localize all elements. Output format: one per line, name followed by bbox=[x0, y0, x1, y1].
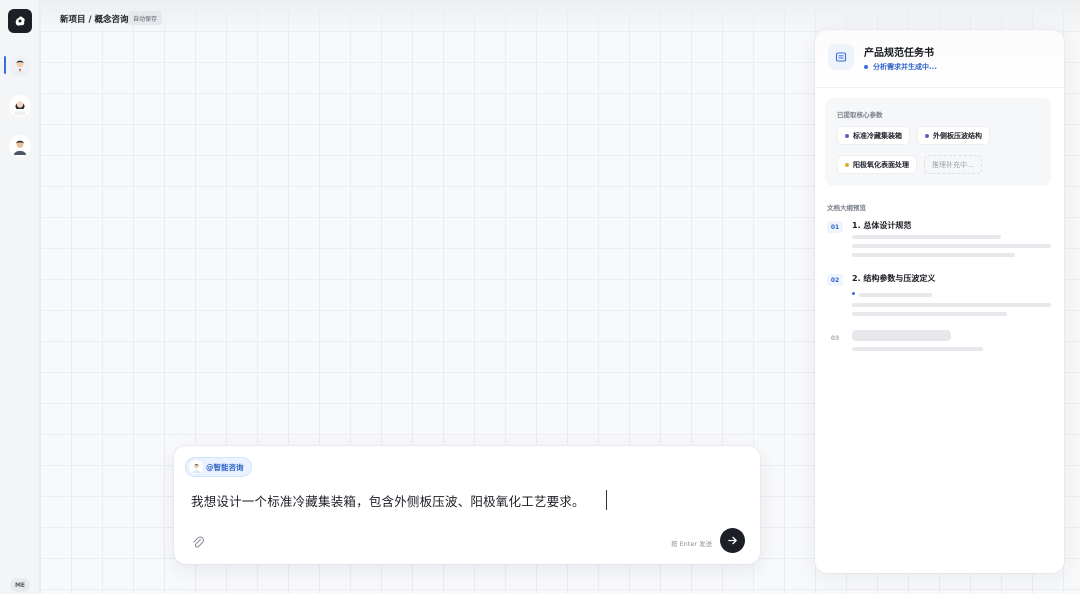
generation-status: 分析需求并生成中... bbox=[864, 62, 937, 72]
param-tag[interactable]: 外侧板压波结构 bbox=[917, 126, 990, 145]
skeleton-line bbox=[852, 253, 1015, 257]
arrow-right-icon bbox=[728, 536, 737, 545]
panel-header: 产品规范任务书 分析需求并生成中... bbox=[815, 30, 1064, 88]
tag-dot-icon bbox=[845, 162, 849, 167]
agent-avatar-engineer[interactable] bbox=[9, 135, 31, 157]
send-button[interactable] bbox=[720, 528, 745, 553]
params-label: 已提取核心参数 bbox=[837, 111, 883, 119]
tag-label: 阳极氧化表面处理 bbox=[853, 160, 909, 169]
section-number: 03 bbox=[830, 334, 840, 342]
tag-label: 标准冷藏集装箱 bbox=[853, 131, 902, 140]
tag-label: 外侧板压波结构 bbox=[933, 131, 982, 140]
chat-input-card: @智能咨询 我想设计一个标准冷藏集装箱，包含外侧板压波、阳极氧化工艺要求。 按 … bbox=[174, 446, 760, 564]
breadcrumb: 新项目 / 概念咨询 bbox=[60, 15, 129, 25]
bullet-dot-icon bbox=[852, 292, 855, 295]
agent-avatar-male[interactable] bbox=[9, 55, 31, 77]
param-tag[interactable]: 阳极氧化表面处理 bbox=[837, 155, 917, 174]
skeleton-title bbox=[852, 330, 951, 341]
section-title[interactable]: 1. 总体设计规范 bbox=[852, 220, 911, 231]
paperclip-icon[interactable] bbox=[191, 534, 205, 548]
panel-title: 产品规范任务书 bbox=[864, 48, 934, 59]
app-logo-icon[interactable] bbox=[8, 9, 32, 33]
skeleton-line bbox=[852, 347, 983, 351]
mention-label: @智能咨询 bbox=[206, 462, 244, 472]
tag-dot-icon bbox=[845, 133, 849, 138]
skeleton-line bbox=[859, 293, 932, 297]
tag-dot-icon bbox=[925, 133, 929, 138]
status-text: 分析需求并生成中... bbox=[873, 63, 937, 71]
skeleton-line bbox=[852, 312, 1007, 316]
param-tag[interactable]: 标准冷藏集装箱 bbox=[837, 126, 910, 145]
section-title[interactable]: 2. 结构参数与压波定义 bbox=[852, 273, 935, 284]
skeleton-line bbox=[852, 303, 1051, 307]
left-rail: ME bbox=[0, 0, 40, 594]
extracted-params-box: 已提取核心参数 标准冷藏集装箱 外侧板压波结构 阳极氧化表面处理 推理补充中..… bbox=[825, 98, 1051, 186]
skeleton-line bbox=[852, 235, 1001, 239]
send-hint: 按 Enter 发送 bbox=[671, 540, 713, 548]
agent-avatar-female[interactable] bbox=[9, 95, 31, 117]
text-caret bbox=[606, 490, 607, 510]
spec-document-panel: 产品规范任务书 分析需求并生成中... 已提取核心参数 标准冷藏集装箱 外侧板压… bbox=[815, 30, 1064, 573]
section-number: 01 bbox=[827, 221, 843, 233]
autosave-badge: 自动保存 bbox=[128, 11, 163, 25]
skeleton-line bbox=[852, 244, 1051, 248]
section-number: 02 bbox=[827, 274, 843, 286]
user-me-badge[interactable]: ME bbox=[10, 578, 30, 592]
document-icon bbox=[828, 44, 854, 70]
mention-avatar-icon bbox=[189, 460, 203, 474]
status-dot-icon bbox=[864, 65, 868, 69]
active-indicator bbox=[4, 56, 6, 74]
pending-tag: 推理补充中... bbox=[924, 155, 982, 174]
chat-input-field[interactable]: 我想设计一个标准冷藏集装箱，包含外侧板压波、阳极氧化工艺要求。 bbox=[191, 491, 585, 510]
agent-mention-chip[interactable]: @智能咨询 bbox=[185, 457, 252, 477]
outline-label: 文档大纲预览 bbox=[827, 204, 866, 212]
app-root: ME 新项目 / 概念咨询 自动保存 @智能咨询 我想设计一个标准冷藏集装箱，包… bbox=[0, 0, 1080, 594]
